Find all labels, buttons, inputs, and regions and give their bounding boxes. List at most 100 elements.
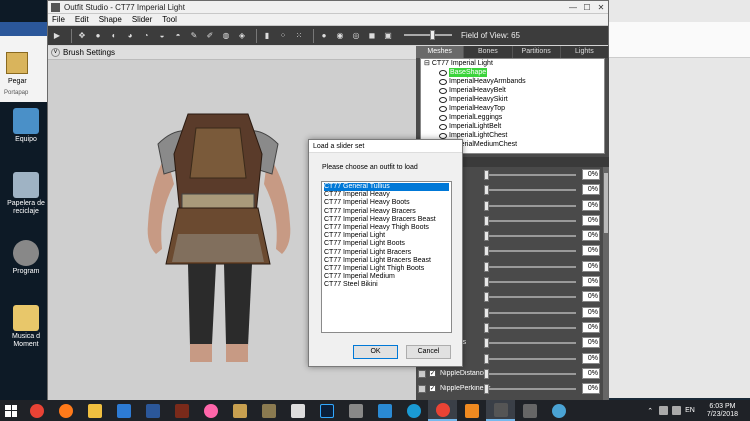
slider-value[interactable]: 0%: [582, 184, 600, 196]
eye-icon[interactable]: [439, 114, 447, 121]
taskbar-osu[interactable]: [196, 400, 225, 421]
outfit-option[interactable]: CT77 Imperial Heavy Thigh Boots: [324, 224, 449, 232]
slider-handle[interactable]: [484, 368, 489, 379]
slider-handle[interactable]: [484, 338, 489, 349]
slider-track[interactable]: [488, 219, 576, 222]
slider-value[interactable]: 0%: [582, 245, 600, 257]
slider-value[interactable]: 0%: [582, 383, 600, 395]
desktop-icon-computer[interactable]: Equipo: [4, 108, 48, 144]
slider-handle[interactable]: [484, 261, 489, 272]
taskbar-lol[interactable]: [225, 400, 254, 421]
slider-handle[interactable]: [484, 292, 489, 303]
slider-handle[interactable]: [484, 200, 489, 211]
taskbar-word[interactable]: [138, 400, 167, 421]
mirror-icon[interactable]: ▮: [261, 30, 273, 42]
network-icon[interactable]: [659, 406, 669, 415]
slider-checkbox[interactable]: ✓: [429, 385, 436, 393]
cancel-button[interactable]: Cancel: [406, 345, 451, 359]
slider-value[interactable]: 0%: [582, 352, 600, 364]
minimize-icon[interactable]: —: [566, 3, 580, 12]
desktop-icon-program[interactable]: Program: [4, 240, 48, 276]
menu-shape[interactable]: Shape: [99, 15, 122, 24]
outfit-option[interactable]: CT77 Imperial Light: [324, 232, 449, 240]
weight-brush-icon[interactable]: ✎: [188, 30, 200, 42]
taskbar-outfit-studio[interactable]: [486, 400, 515, 421]
taskbar-outfit-studio-2[interactable]: [515, 400, 544, 421]
mesh-item[interactable]: ImperialHeavyTop: [421, 104, 604, 113]
chevron-down-icon[interactable]: v: [51, 48, 60, 57]
taskbar-sync[interactable]: [399, 400, 428, 421]
outfit-option[interactable]: CT77 Imperial Heavy Boots: [324, 199, 449, 207]
mask-brush-icon[interactable]: ◐: [108, 30, 120, 42]
wireframe-icon[interactable]: ◉: [334, 30, 346, 42]
taskbar-tool[interactable]: [341, 400, 370, 421]
language-indicator[interactable]: EN: [685, 407, 695, 414]
shading-icon[interactable]: ●: [318, 30, 330, 42]
eye-icon[interactable]: [439, 69, 447, 76]
tree-root[interactable]: ⊟ CT77 Imperial Light: [421, 59, 604, 68]
outfit-option[interactable]: CT77 Steel Bikini: [324, 281, 449, 289]
slider-value[interactable]: 0%: [582, 321, 600, 333]
slider-handle[interactable]: [484, 215, 489, 226]
slider-track[interactable]: [488, 311, 576, 314]
slider-handle[interactable]: [484, 384, 489, 395]
outfit-list[interactable]: CT77 General Tullius CT77 Imperial Heavy…: [321, 181, 452, 333]
alpha-brush-icon[interactable]: ◍: [220, 30, 232, 42]
desktop-icon-recycle-bin[interactable]: Papelera de reciclaje: [4, 172, 48, 216]
color-brush-icon[interactable]: ✐: [204, 30, 216, 42]
outfit-option[interactable]: CT77 Imperial Light Boots: [324, 240, 449, 248]
outfit-option[interactable]: CT77 Imperial Heavy Bracers: [324, 208, 449, 216]
slider-track[interactable]: [488, 388, 576, 391]
transform-tool-icon[interactable]: ✥: [76, 30, 88, 42]
fov-slider-track[interactable]: [404, 34, 452, 36]
taskbar-explorer[interactable]: [80, 400, 109, 421]
taskbar-chrome-2[interactable]: [428, 400, 457, 421]
tab-partitions[interactable]: Partitions: [513, 46, 561, 58]
taskbar-photoshop[interactable]: [312, 400, 341, 421]
tab-meshes[interactable]: Meshes: [416, 46, 465, 58]
slider-value[interactable]: 0%: [582, 276, 600, 288]
mesh-item[interactable]: BaseShape: [421, 68, 604, 77]
menu-slider[interactable]: Slider: [132, 15, 152, 24]
connected-only-icon[interactable]: ⁘: [277, 30, 289, 42]
texture-icon[interactable]: ◼: [366, 30, 378, 42]
slider-track[interactable]: [488, 296, 576, 299]
slider-track[interactable]: [488, 250, 576, 253]
eye-icon[interactable]: [439, 132, 447, 139]
slider-value[interactable]: 0%: [582, 214, 600, 226]
eye-icon[interactable]: [439, 87, 447, 94]
slider-value[interactable]: 0%: [582, 337, 600, 349]
vertex-view-icon[interactable]: ⁙: [293, 30, 305, 42]
move-brush-icon[interactable]: ◒: [156, 30, 168, 42]
slider-track[interactable]: [488, 204, 576, 207]
slider-track[interactable]: [488, 372, 576, 375]
outfit-option[interactable]: CT77 Imperial Medium: [324, 273, 449, 281]
mesh-item[interactable]: ImperialHeavyBelt: [421, 86, 604, 95]
brush-settings-header[interactable]: v Brush Settings: [48, 46, 416, 60]
outfit-option[interactable]: CT77 Imperial Heavy Bracers Beast: [324, 216, 449, 224]
slider-handle[interactable]: [484, 307, 489, 318]
slider-value[interactable]: 0%: [582, 230, 600, 242]
volume-icon[interactable]: [672, 406, 682, 415]
clock[interactable]: 6:03 PM 7/23/2018: [707, 403, 738, 419]
ok-button[interactable]: OK: [353, 345, 398, 359]
cube-icon[interactable]: ▣: [382, 30, 394, 42]
menu-tool[interactable]: Tool: [162, 15, 177, 24]
start-button[interactable]: [0, 400, 22, 421]
edit-slider-icon[interactable]: [418, 369, 426, 378]
eye-icon[interactable]: [439, 105, 447, 112]
maximize-icon[interactable]: ☐: [580, 3, 594, 12]
lighting-icon[interactable]: ◎: [350, 30, 362, 42]
tab-lights[interactable]: Lights: [561, 46, 609, 58]
slider-value[interactable]: 0%: [582, 169, 600, 180]
taskbar-orange[interactable]: [457, 400, 486, 421]
edit-slider-icon[interactable]: [418, 384, 426, 393]
taskbar-bodyslide[interactable]: [544, 400, 573, 421]
paste-icon[interactable]: [6, 52, 28, 74]
slider-handle[interactable]: [484, 246, 489, 257]
mesh-item[interactable]: ImperialHeavyArmbands: [421, 77, 604, 86]
menu-edit[interactable]: Edit: [75, 15, 89, 24]
outfit-option[interactable]: CT77 Imperial Light Bracers: [324, 249, 449, 257]
outfit-option[interactable]: CT77 Imperial Light Bracers Beast: [324, 257, 449, 265]
select-tool-icon[interactable]: ▶: [51, 30, 63, 42]
